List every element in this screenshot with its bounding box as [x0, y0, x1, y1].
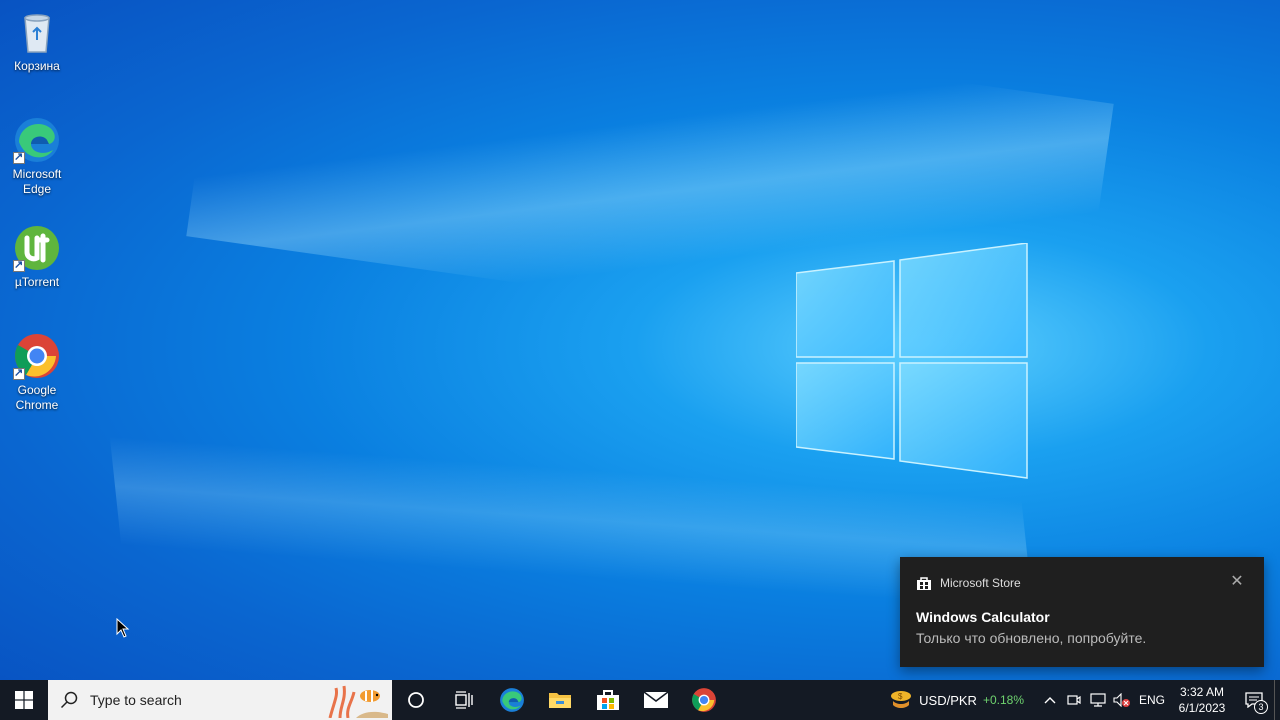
- shortcut-arrow-icon: [13, 366, 25, 380]
- recycle-bin-icon: [13, 8, 61, 56]
- close-icon[interactable]: ✕: [1230, 574, 1244, 590]
- search-input[interactable]: Type to search: [48, 680, 392, 720]
- desktop-icon-edge[interactable]: Microsoft Edge: [4, 116, 70, 197]
- file-explorer-icon: [549, 693, 571, 708]
- task-view-button[interactable]: [440, 680, 488, 720]
- toast-header: Microsoft Store: [916, 576, 1021, 590]
- search-placeholder: Type to search: [90, 692, 182, 708]
- desktop-icon-chrome[interactable]: Google Chrome: [4, 332, 70, 413]
- search-highlight-coral-icon: [328, 685, 388, 718]
- volume-button[interactable]: [1110, 680, 1134, 720]
- toast-body: Только что обновлено, попробуйте.: [916, 630, 1147, 646]
- taskbar: Type to search $ USD/PKR +0.18% ENG 3:32…: [0, 680, 1280, 720]
- clock-time: 3:32 AM: [1179, 685, 1225, 699]
- desktop-icon-label: Google Chrome: [15, 383, 59, 412]
- notification-count-badge: 3: [1254, 700, 1268, 714]
- taskbar-store-button[interactable]: [584, 680, 632, 720]
- show-desktop-button[interactable]: [1274, 680, 1280, 720]
- toast-notification[interactable]: Microsoft Store ✕ Windows Calculator Тол…: [900, 557, 1264, 667]
- currency-change: +0.18%: [982, 693, 1024, 707]
- mail-icon: [643, 691, 669, 708]
- search-icon: [60, 691, 78, 709]
- cortana-icon: [408, 692, 424, 708]
- toast-app-name: Microsoft Store: [940, 576, 1021, 590]
- taskbar-file-explorer-button[interactable]: [536, 680, 584, 720]
- taskbar-edge-button[interactable]: [488, 680, 536, 720]
- chrome-icon: [13, 332, 61, 380]
- volume-muted-icon: [1113, 693, 1130, 707]
- chrome-icon: [692, 688, 716, 712]
- taskbar-mail-button[interactable]: [632, 680, 680, 720]
- windows-start-icon: [15, 691, 33, 709]
- desktop-icon-label: µTorrent: [14, 275, 60, 289]
- currency-pair: USD/PKR: [919, 692, 977, 708]
- desktop-icon-recycle-bin[interactable]: Корзина: [4, 8, 70, 74]
- action-center-button[interactable]: 3: [1234, 680, 1274, 720]
- desktop-icon-label: Microsoft Edge: [12, 167, 62, 196]
- start-button[interactable]: [0, 680, 48, 720]
- clock[interactable]: 3:32 AM 6/1/2023: [1170, 680, 1234, 720]
- store-bag-icon: [916, 576, 932, 590]
- system-tray: $ USD/PKR +0.18% ENG 3:32 AM 6/1/2023 3: [889, 680, 1280, 720]
- taskbar-chrome-button[interactable]: [680, 680, 728, 720]
- currency-widget[interactable]: $ USD/PKR +0.18%: [889, 680, 1038, 720]
- camera-icon: [1067, 695, 1081, 705]
- network-button[interactable]: [1086, 680, 1110, 720]
- shortcut-arrow-icon: [13, 150, 25, 164]
- store-icon: [597, 690, 619, 710]
- show-hidden-icons-button[interactable]: [1038, 680, 1062, 720]
- desktop-icon-utorrent[interactable]: µTorrent: [4, 224, 70, 290]
- clock-date: 6/1/2023: [1178, 701, 1226, 715]
- edge-icon: [13, 116, 61, 164]
- desktop-icon-label: Корзина: [14, 59, 60, 73]
- utorrent-icon: [13, 224, 61, 272]
- svg-text:$: $: [898, 692, 903, 701]
- network-icon: [1090, 693, 1106, 707]
- mouse-cursor-icon: [116, 617, 130, 638]
- windows-logo: [795, 242, 1028, 479]
- edge-icon: [500, 688, 524, 712]
- chevron-up-icon: [1044, 697, 1056, 704]
- shortcut-arrow-icon: [13, 258, 25, 272]
- money-icon: $: [891, 691, 912, 708]
- language-indicator[interactable]: ENG: [1134, 680, 1170, 720]
- toast-title: Windows Calculator: [916, 609, 1050, 625]
- task-view-icon: [455, 691, 473, 709]
- meet-now-button[interactable]: [1062, 680, 1086, 720]
- cortana-button[interactable]: [392, 680, 440, 720]
